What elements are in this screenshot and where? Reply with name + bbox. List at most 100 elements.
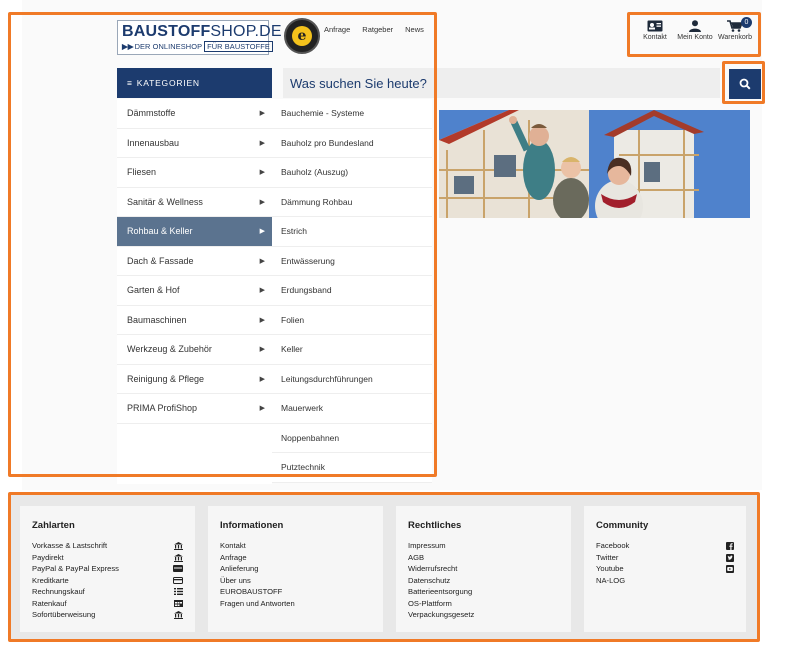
footer-link[interactable]: Impressum	[408, 540, 559, 552]
toplink-ratgeber[interactable]: Ratgeber	[362, 25, 393, 34]
subcategory-item[interactable]: Putztechnik	[272, 453, 432, 483]
site-logo[interactable]: BAUSTOFFSHOP.DE ▶▶DER ONLINESHOP FÜR BAU…	[117, 20, 282, 55]
footer-heading: Zahlarten	[32, 520, 75, 531]
footer-link[interactable]: PayPal & PayPal Express	[32, 563, 183, 575]
trusted-shops-e-icon: e	[292, 26, 312, 46]
warenkorb-label: Warenkorb	[718, 34, 752, 41]
caret-right-icon: ▶	[259, 346, 265, 353]
warenkorb-link[interactable]: 0 Warenkorb	[716, 17, 754, 41]
search-icon	[739, 78, 751, 90]
footer-link[interactable]: Batterieentsorgung	[408, 586, 559, 598]
subcategory-item[interactable]: Entwässerung	[272, 247, 432, 276]
footer-link[interactable]: AGB	[408, 552, 559, 564]
category-label: Sanitär & Wellness	[127, 196, 203, 207]
footer-link[interactable]: Datenschutz	[408, 575, 559, 587]
caret-right-icon: ▶	[259, 139, 265, 147]
footer-link[interactable]: Kreditkarte	[32, 575, 183, 587]
caret-right-icon: ▶	[259, 375, 265, 383]
category-item[interactable]: Garten & Hof ▶	[117, 276, 272, 306]
toplink-anfrage[interactable]: Anfrage	[324, 25, 350, 34]
footer-link[interactable]: Über uns	[220, 575, 371, 587]
footer-col-zahlarten: Zahlarten Vorkasse & Lastschrift Paydire…	[20, 506, 195, 632]
category-item[interactable]: Werkzeug & Zubehör ▶	[117, 335, 272, 365]
subcategory-item[interactable]: Noppenbahnen	[272, 424, 432, 453]
category-label: Rohbau & Keller	[127, 226, 193, 236]
subcategory-item[interactable]: Folien	[272, 306, 432, 335]
footer-link[interactable]: OS-Plattform	[408, 598, 559, 610]
footer-col-informationen: Informationen Kontakt Anfrage Anlieferun…	[208, 506, 383, 632]
toplink-news[interactable]: News	[405, 25, 424, 34]
footer-link[interactable]: Vorkasse & Lastschrift	[32, 540, 183, 552]
subcategory-list: Bauchemie - Systeme Bauholz pro Bundesla…	[272, 99, 432, 483]
top-links: Anfrage Ratgeber News	[324, 25, 424, 34]
calendar-icon	[174, 599, 183, 607]
category-item-active[interactable]: Rohbau & Keller ▶	[117, 217, 272, 247]
subcategory-item[interactable]: Bauholz pro Bundesland	[272, 129, 432, 158]
kontakt-link[interactable]: Kontakt	[636, 20, 674, 41]
footer-link-label: Facebook	[596, 541, 630, 550]
subcategory-item[interactable]: Erdungsband	[272, 276, 432, 306]
logo-wordmark: BAUSTOFFSHOP.DE	[122, 23, 282, 40]
category-item[interactable]: Dach & Fassade ▶	[117, 246, 272, 276]
mein-konto-link[interactable]: Mein Konto	[676, 20, 714, 41]
category-label: Innenausbau	[127, 137, 180, 148]
footer-link-label: Paydirekt	[32, 552, 64, 562]
footer-link[interactable]: EUROBAUSTOFF	[220, 586, 371, 598]
subcategory-item[interactable]: Mauerwerk	[272, 394, 432, 424]
footer-link-label: Twitter	[596, 552, 619, 562]
subcategory-item[interactable]: Dämmung Rohbau	[272, 188, 432, 217]
paypal-icon	[173, 565, 183, 572]
category-item[interactable]: Innenausbau ▶	[117, 128, 272, 158]
footer-link[interactable]: Ratenkauf	[32, 598, 183, 610]
subcategory-item[interactable]: Keller	[272, 335, 432, 365]
subcategory-item[interactable]: Leitungsdurchführungen	[272, 365, 432, 394]
category-label: PRIMA ProfiShop	[127, 403, 198, 413]
caret-right-icon: ▶	[259, 198, 265, 206]
list-icon	[174, 588, 183, 595]
category-item[interactable]: Reinigung & Pflege ▶	[117, 364, 272, 394]
footer-col-community: Community Facebook Twitter Youtube NA-LO…	[584, 506, 746, 632]
footer-link[interactable]: Anfrage	[220, 552, 371, 564]
hero-image[interactable]	[439, 110, 750, 218]
category-item[interactable]: Baumaschinen ▶	[117, 305, 272, 335]
subcategory-item[interactable]: Bauchemie - Systeme	[272, 99, 432, 129]
logo-tagline: ▶▶DER ONLINESHOP FÜR BAUSTOFFE	[122, 41, 273, 52]
category-item[interactable]: Fliesen ▶	[117, 158, 272, 188]
subcategory-item[interactable]: Estrich	[272, 217, 432, 247]
caret-right-icon: ▶	[259, 287, 265, 294]
footer-link[interactable]: Kontakt	[220, 540, 371, 552]
category-label: Garten & Hof	[127, 285, 180, 295]
subcategory-item[interactable]: Bauholz (Auszug)	[272, 158, 432, 188]
caret-right-icon: ▶	[259, 110, 265, 117]
trusted-shops-seal[interactable]: e	[284, 18, 320, 54]
footer-link-label: Youtube	[596, 564, 624, 573]
footer-link[interactable]: Anlieferung	[220, 563, 371, 575]
category-label: Dach & Fassade	[127, 255, 194, 266]
footer-link[interactable]: Facebook	[596, 540, 734, 552]
footer-link[interactable]: Fragen und Antworten	[220, 598, 371, 610]
caret-right-icon: ▶	[259, 405, 265, 412]
category-item[interactable]: Dämmstoffe ▶	[117, 99, 272, 129]
search-input[interactable]	[290, 73, 710, 93]
caret-right-icon: ▶	[259, 228, 265, 235]
footer-link-label: Ratenkauf	[32, 598, 67, 608]
footer-link-label: Rechnungskauf	[32, 587, 85, 596]
footer-link[interactable]: Widerrufsrecht	[408, 563, 559, 575]
account-nav: Kontakt Mein Konto 0 Warenkorb	[636, 17, 756, 41]
category-item[interactable]: Sanitär & Wellness ▶	[117, 187, 272, 217]
footer-link[interactable]: Twitter	[596, 552, 734, 564]
footer-link[interactable]: Sofortüberweisung	[32, 609, 183, 621]
categories-header-label: KATEGORIEN	[136, 78, 200, 88]
search-button[interactable]	[729, 69, 761, 99]
user-icon	[689, 20, 701, 32]
footer-link[interactable]: Rechnungskauf	[32, 586, 183, 598]
footer-link[interactable]: NA-LOG	[596, 575, 734, 587]
hero-photo-illustration	[439, 110, 750, 218]
category-item[interactable]: PRIMA ProfiShop ▶	[117, 394, 272, 424]
footer-link[interactable]: Youtube	[596, 563, 734, 575]
footer-link[interactable]: Paydirekt	[32, 552, 183, 564]
footer-heading: Rechtliches	[408, 520, 462, 531]
categories-toggle[interactable]: ≡ KATEGORIEN	[117, 68, 272, 98]
footer-link[interactable]: Verpackungsgesetz	[408, 609, 559, 621]
category-label: Fliesen	[127, 167, 157, 177]
